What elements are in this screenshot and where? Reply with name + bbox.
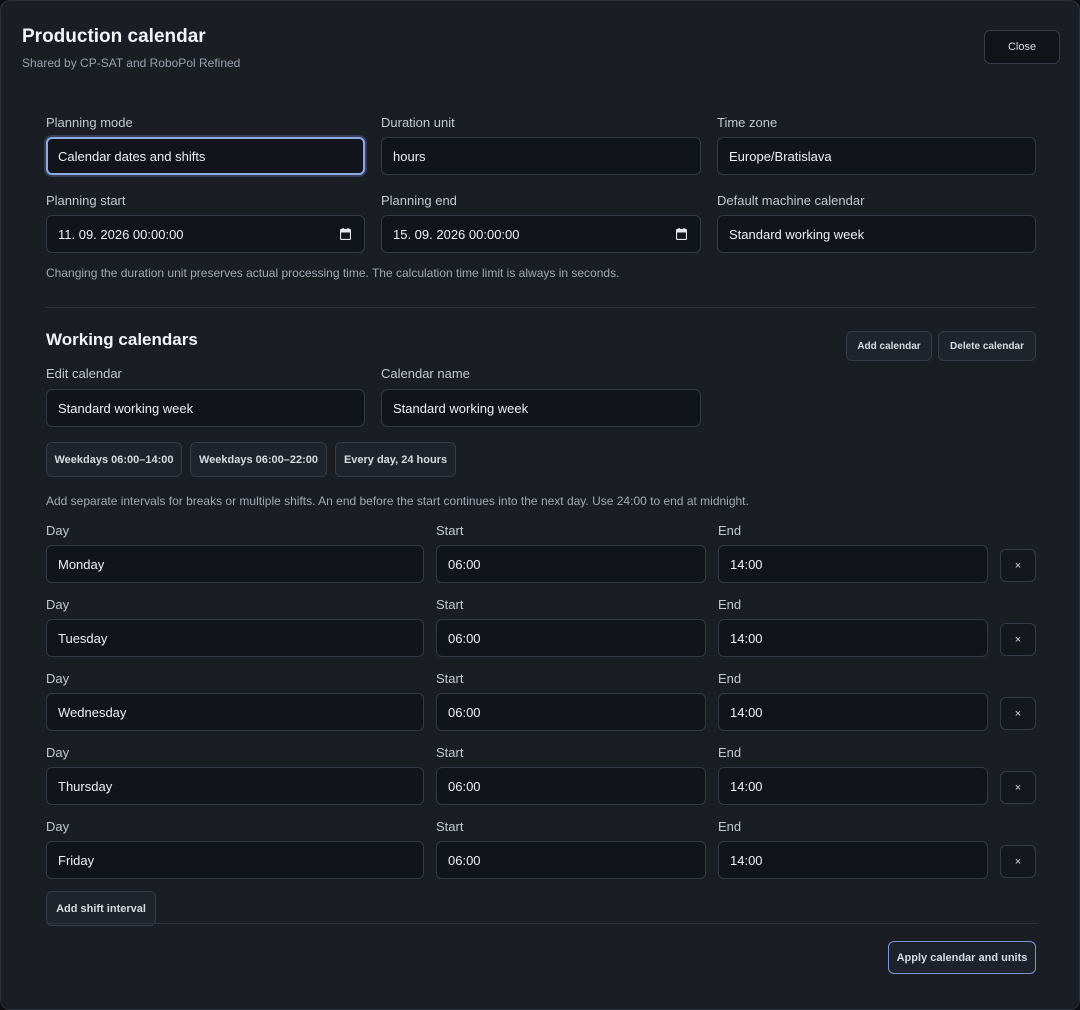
start-column-label: Start (436, 745, 464, 760)
interval-end-value: 14:00 (730, 778, 763, 794)
day-column-label: Day (46, 523, 70, 538)
interval-day-input[interactable]: Friday (46, 841, 424, 879)
planning-end-value: 15. 09. 2026 00:00:00 (393, 226, 520, 242)
preset-weekdays-two-shifts[interactable]: Weekdays 06:00–22:00 (190, 442, 327, 477)
start-column-label: Start (436, 819, 464, 834)
remove-interval-button[interactable]: × (1000, 549, 1036, 582)
duration-unit-value: hours (393, 148, 426, 164)
duration-unit-select[interactable]: hours (381, 137, 701, 175)
interval-end-value: 14:00 (730, 556, 763, 572)
planning-start-value: 11. 09. 2026 00:00:00 (58, 226, 184, 242)
preset-every-day-24h[interactable]: Every day, 24 hours (335, 442, 456, 477)
interval-start-input[interactable]: 06:00 (436, 619, 706, 657)
add-calendar-button[interactable]: Add calendar (846, 331, 932, 361)
intervals-note: Add separate intervals for breaks or mul… (46, 494, 749, 508)
interval-start-input[interactable]: 06:00 (436, 693, 706, 731)
interval-start-value: 06:00 (448, 852, 481, 868)
delete-calendar-button[interactable]: Delete calendar (938, 331, 1036, 361)
production-calendar-dialog: Production calendar Shared by CP-SAT and… (0, 0, 1080, 1010)
planning-end-label: Planning end (381, 193, 457, 208)
interval-start-value: 06:00 (448, 556, 481, 572)
interval-end-input[interactable]: 14:00 (718, 767, 988, 805)
edit-calendar-select[interactable]: Standard working week (46, 389, 365, 427)
end-column-label: End (718, 523, 742, 538)
interval-end-input[interactable]: 14:00 (718, 841, 988, 879)
interval-day-input[interactable]: Monday (46, 545, 424, 583)
interval-start-value: 06:00 (448, 778, 481, 794)
planning-mode-select[interactable]: Calendar dates and shifts (46, 137, 365, 175)
interval-day-input[interactable]: Tuesday (46, 619, 424, 657)
time-zone-input[interactable]: Europe/Bratislava (717, 137, 1036, 175)
end-column-label: End (718, 819, 742, 834)
add-shift-interval-button[interactable]: Add shift interval (46, 891, 156, 926)
dialog-title: Production calendar (22, 26, 206, 47)
end-column-label: End (718, 671, 742, 686)
time-zone-label: Time zone (717, 115, 778, 130)
remove-interval-button[interactable]: × (1000, 845, 1036, 878)
start-column-label: Start (436, 671, 464, 686)
start-column-label: Start (436, 597, 464, 612)
default-calendar-select[interactable]: Standard working week (717, 215, 1036, 253)
calendar-icon[interactable] (340, 228, 351, 240)
day-column-label: Day (46, 819, 70, 834)
interval-day-value: Monday (58, 556, 105, 572)
planning-start-label: Planning start (46, 193, 126, 208)
interval-start-value: 06:00 (448, 630, 481, 646)
remove-interval-button[interactable]: × (1000, 697, 1036, 730)
apply-calendar-button[interactable]: Apply calendar and units (888, 941, 1036, 974)
planning-mode-label: Planning mode (46, 115, 133, 130)
default-calendar-label: Default machine calendar (717, 193, 865, 208)
calendar-name-label: Calendar name (381, 366, 470, 381)
interval-end-value: 14:00 (730, 630, 763, 646)
end-column-label: End (718, 597, 742, 612)
calendar-name-input[interactable]: Standard working week (381, 389, 701, 427)
interval-start-input[interactable]: 06:00 (436, 767, 706, 805)
interval-day-input[interactable]: Thursday (46, 767, 424, 805)
interval-day-value: Wednesday (58, 704, 127, 720)
time-zone-value: Europe/Bratislava (729, 148, 832, 164)
footer-divider (46, 923, 1038, 924)
close-button[interactable]: Close (984, 30, 1060, 64)
interval-end-input[interactable]: 14:00 (718, 693, 988, 731)
interval-end-input[interactable]: 14:00 (718, 619, 988, 657)
interval-end-value: 14:00 (730, 704, 763, 720)
interval-day-input[interactable]: Wednesday (46, 693, 424, 731)
remove-interval-button[interactable]: × (1000, 771, 1036, 804)
interval-end-input[interactable]: 14:00 (718, 545, 988, 583)
day-column-label: Day (46, 745, 70, 760)
edit-calendar-value: Standard working week (58, 400, 194, 416)
day-column-label: Day (46, 671, 70, 686)
duration-unit-label: Duration unit (381, 115, 455, 130)
preset-weekdays-day-shift[interactable]: Weekdays 06:00–14:00 (46, 442, 182, 477)
interval-start-input[interactable]: 06:00 (436, 545, 706, 583)
planning-mode-value: Calendar dates and shifts (58, 148, 206, 164)
interval-start-input[interactable]: 06:00 (436, 841, 706, 879)
interval-day-value: Tuesday (58, 630, 108, 646)
interval-day-value: Thursday (58, 778, 113, 794)
day-column-label: Day (46, 597, 70, 612)
section-divider (46, 307, 1036, 308)
interval-day-value: Friday (58, 852, 95, 868)
calendar-name-value: Standard working week (393, 400, 529, 416)
planning-start-input[interactable]: 11. 09. 2026 00:00:00 (46, 215, 365, 253)
end-column-label: End (718, 745, 742, 760)
calendar-icon[interactable] (676, 228, 687, 240)
interval-end-value: 14:00 (730, 852, 763, 868)
interval-start-value: 06:00 (448, 704, 481, 720)
default-calendar-value: Standard working week (729, 226, 865, 242)
duration-unit-note: Changing the duration unit preserves act… (46, 266, 620, 280)
start-column-label: Start (436, 523, 464, 538)
edit-calendar-label: Edit calendar (46, 366, 122, 381)
dialog-subtitle: Shared by CP-SAT and RoboPol Refined (22, 56, 241, 70)
working-calendars-title: Working calendars (46, 330, 198, 349)
remove-interval-button[interactable]: × (1000, 623, 1036, 656)
planning-end-input[interactable]: 15. 09. 2026 00:00:00 (381, 215, 701, 253)
